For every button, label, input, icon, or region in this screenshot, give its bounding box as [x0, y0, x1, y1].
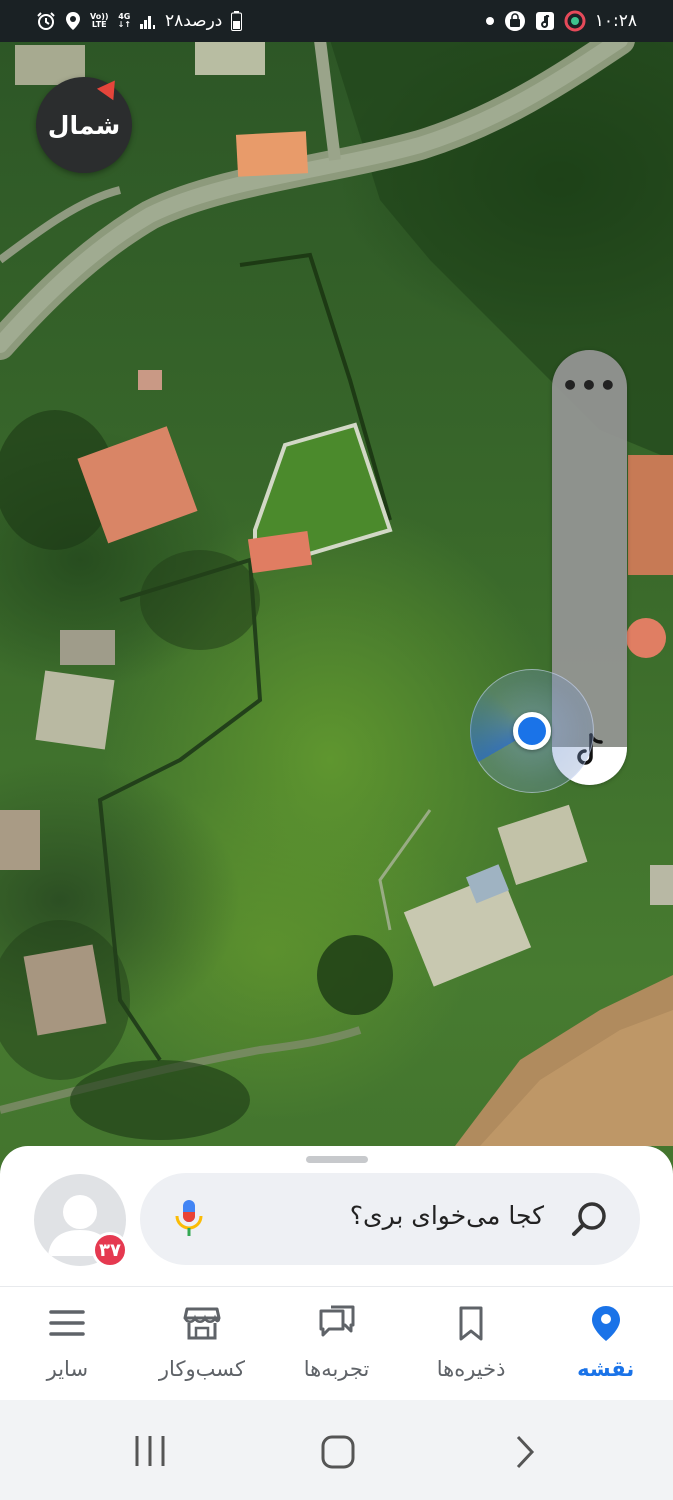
battery-icon — [231, 11, 243, 31]
signal-icon — [139, 13, 156, 29]
home-icon[interactable] — [320, 1434, 356, 1470]
recent-apps-icon[interactable] — [132, 1434, 168, 1468]
tab-business-label: کسب‌وکار — [158, 1357, 245, 1381]
volte-lte-icon: Vo)) LTE — [90, 12, 109, 29]
more-options-button[interactable]: ••• — [552, 372, 627, 400]
search-input[interactable]: کجا می‌خوای بری؟ — [140, 1173, 640, 1265]
microphone-icon[interactable] — [174, 1198, 204, 1240]
tab-saved-label: ذخیره‌ها — [436, 1357, 506, 1381]
tab-more[interactable]: سایر — [0, 1287, 135, 1400]
map-pin-icon — [591, 1306, 620, 1341]
tab-map[interactable]: نقشه — [538, 1287, 673, 1400]
battery-text: ۲۸درصد — [164, 11, 223, 31]
menu-icon — [49, 1310, 86, 1336]
dot-notification-icon — [485, 16, 495, 26]
compass-button[interactable]: شمال — [36, 74, 132, 173]
shopping-bag-icon — [504, 10, 526, 32]
network-4g-icon: 4G ↓↑ — [117, 12, 131, 29]
location-icon — [65, 11, 81, 31]
bookmark-icon — [459, 1306, 483, 1341]
store-icon — [183, 1307, 221, 1340]
status-bar: Vo)) LTE 4G ↓↑ ۲۸درصد ۱۰:۲۸ — [0, 0, 673, 42]
tab-business[interactable]: کسب‌وکار — [135, 1287, 270, 1400]
tab-experiences[interactable]: تجربه‌ها — [269, 1287, 404, 1400]
current-location-dot[interactable] — [513, 712, 551, 750]
back-icon[interactable] — [512, 1434, 538, 1470]
search-placeholder: کجا می‌خوای بری؟ — [349, 1201, 544, 1230]
tab-saved[interactable]: ذخیره‌ها — [404, 1287, 539, 1400]
bottom-sheet[interactable]: ۳۷ کجا می‌خوای بری؟ نقشه ذخیره‌ها — [0, 1146, 673, 1400]
music-app-icon — [535, 11, 555, 31]
sheet-drag-handle[interactable] — [306, 1156, 368, 1163]
status-left: Vo)) LTE 4G ↓↑ ۲۸درصد — [36, 11, 243, 31]
search-icon[interactable] — [568, 1197, 612, 1241]
clock: ۱۰:۲۸ — [594, 11, 637, 31]
alarm-icon — [36, 11, 56, 31]
status-right: ۱۰:۲۸ — [485, 10, 637, 32]
notification-badge: ۳۷ — [92, 1232, 128, 1268]
ring-app-icon — [564, 10, 586, 32]
tab-more-label: سایر — [46, 1357, 89, 1381]
system-navigation-bar — [0, 1400, 673, 1500]
tab-map-label: نقشه — [577, 1357, 635, 1381]
chat-bubbles-icon — [319, 1305, 355, 1337]
bottom-navigation: نقشه ذخیره‌ها تجربه‌ها کسب‌وکار — [0, 1287, 673, 1400]
tab-experiences-label: تجربه‌ها — [303, 1357, 370, 1381]
compass-label: شمال — [47, 110, 121, 140]
